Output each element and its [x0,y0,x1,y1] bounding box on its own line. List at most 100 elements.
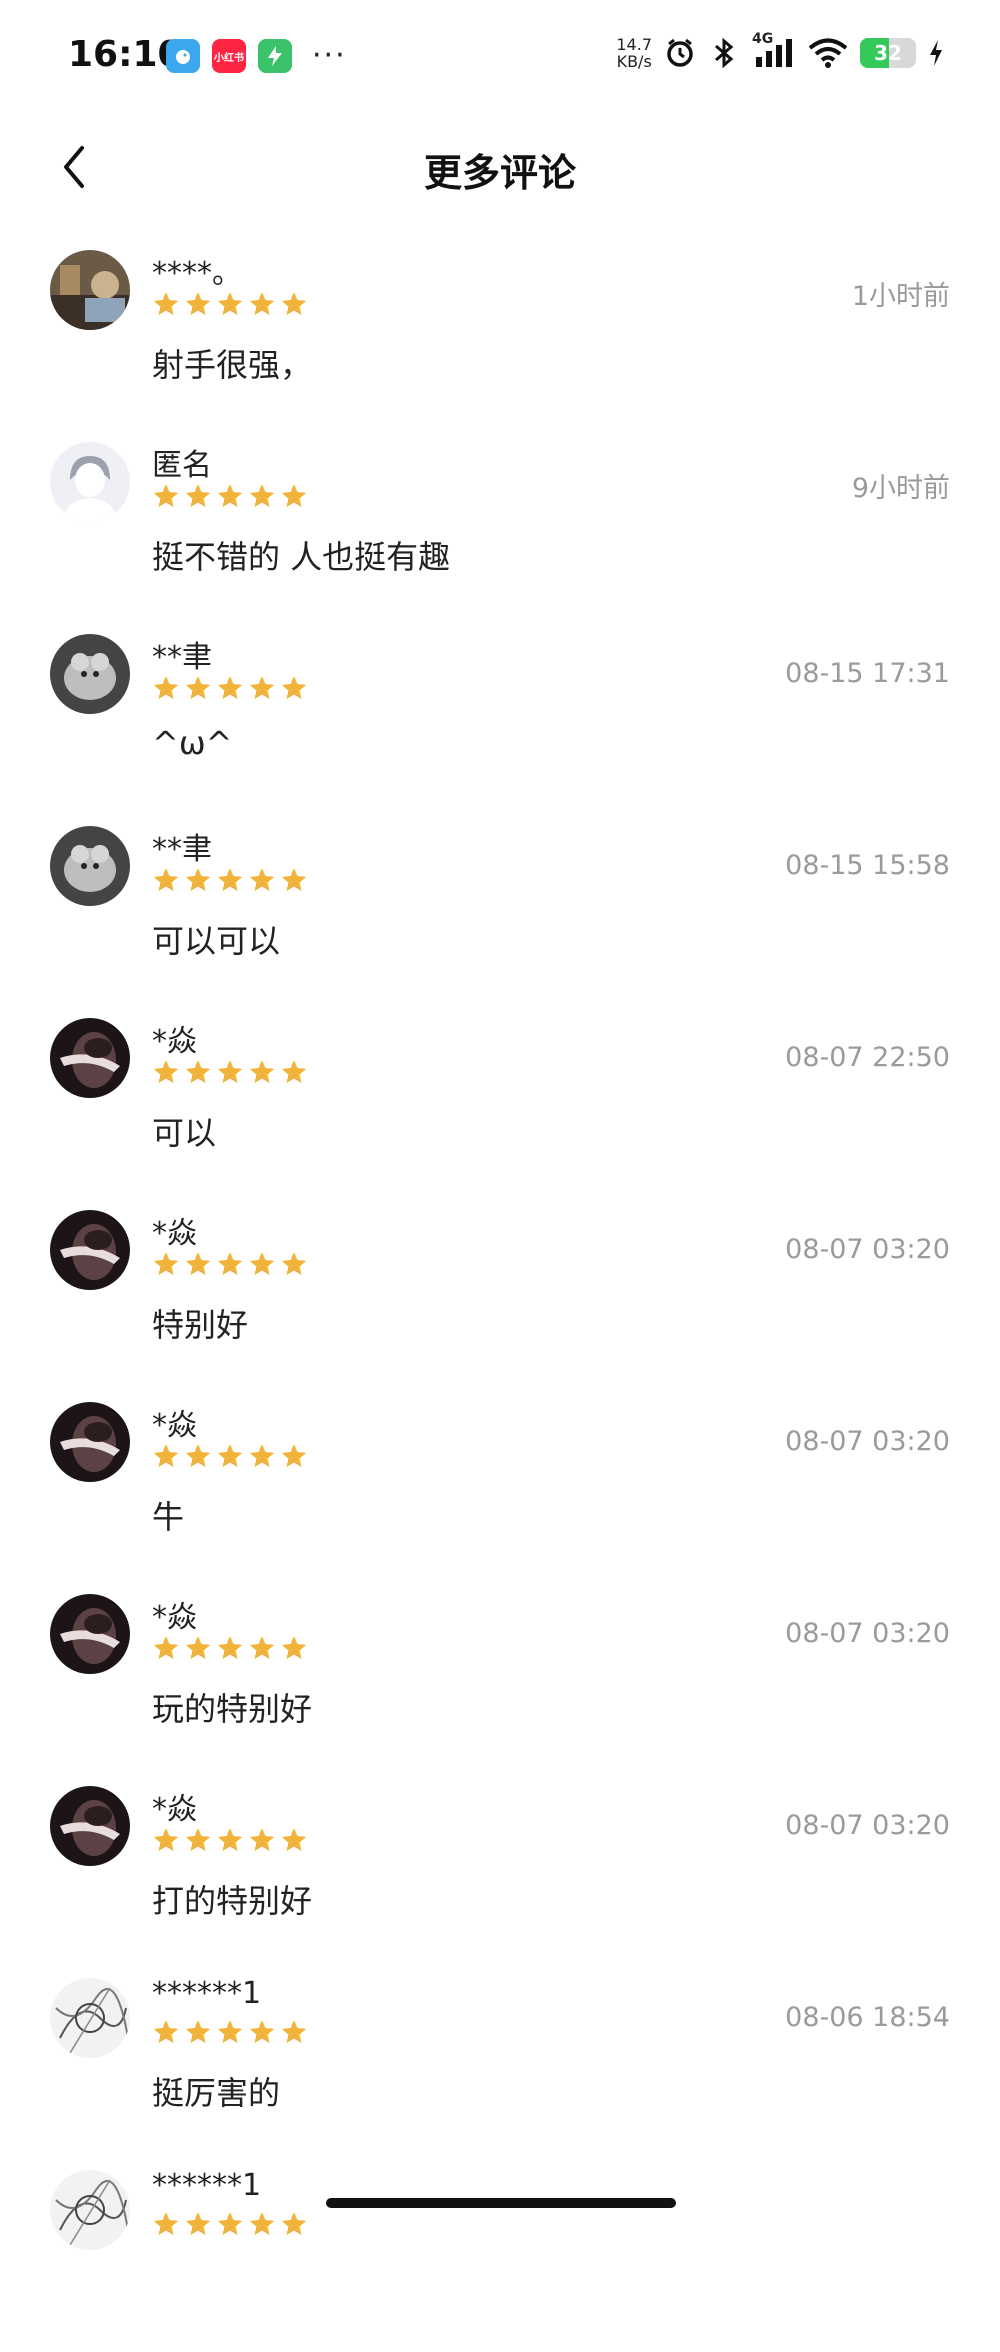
star-rating [152,482,308,514]
star-rating [152,1634,308,1666]
star-icon [152,1442,180,1474]
status-right: 14.7 KB/s 4G 32 [616,31,944,70]
star-rating [152,1442,308,1474]
star-icon [216,1442,244,1474]
star-icon [280,2018,308,2050]
star-icon [184,482,212,514]
review-time: 08-07 22:50 [785,1042,950,1073]
star-icon [216,1250,244,1282]
home-indicator[interactable] [326,2198,676,2208]
review-item[interactable]: *焱 08-07 03:20 特别好 [0,1200,1000,1392]
review-comment: ^ω^ [152,724,233,762]
review-time: 08-15 17:31 [785,658,950,689]
review-time: 08-07 03:20 [785,1234,950,1265]
avatar[interactable] [50,1786,130,1866]
star-icon [248,1634,276,1666]
review-time: 08-06 18:54 [785,2002,950,2033]
avatar[interactable] [50,1594,130,1674]
review-comment: 打的特别好 [152,1882,313,1920]
star-rating [152,1058,308,1090]
avatar[interactable] [50,442,130,522]
avatar[interactable] [50,634,130,714]
review-time: 08-07 03:20 [785,1618,950,1649]
star-icon [280,1442,308,1474]
review-time: 08-15 15:58 [785,850,950,881]
star-icon [152,866,180,898]
review-comment: 牛 [152,1498,185,1536]
signal-icon: 4G [752,31,796,69]
bluetooth-icon [708,37,740,69]
reviewer-name: **聿 [152,640,212,675]
avatar[interactable] [50,826,130,906]
review-item[interactable]: ******1 08-06 18:54 挺厉害的 [0,1968,1000,2160]
star-icon [152,1634,180,1666]
review-comment: 挺厉害的 [152,2074,281,2112]
avatar[interactable] [50,1978,130,2058]
reviewer-name: *焱 [152,1792,197,1827]
star-icon [280,866,308,898]
review-comment: 可以可以 [152,922,281,960]
status-bar: 16:10 小红书 ··· 14.7 KB/s 4G 32 [0,0,1000,110]
star-icon [248,1826,276,1858]
reviewer-name: ****。 [152,256,242,291]
star-icon [152,482,180,514]
star-icon [184,1826,212,1858]
star-icon [248,2018,276,2050]
review-item[interactable]: *焱 08-07 22:50 可以 [0,1008,1000,1200]
review-item[interactable]: *焱 08-07 03:20 打的特别好 [0,1776,1000,1968]
avatar[interactable] [50,1210,130,1290]
star-icon [280,674,308,706]
avatar[interactable] [50,1402,130,1482]
star-icon [216,1634,244,1666]
more-notifications: ··· [312,38,347,73]
avatar[interactable] [50,250,130,330]
star-icon [184,1634,212,1666]
network-type: 4G [752,31,774,47]
star-icon [184,1250,212,1282]
star-rating [152,1826,308,1858]
review-time: 08-07 03:20 [785,1426,950,1457]
star-icon [184,290,212,322]
xiaohongshu-icon: 小红书 [212,39,246,73]
star-icon [216,674,244,706]
star-icon [184,2018,212,2050]
star-rating [152,674,308,706]
review-comment: 射手很强， [152,346,313,384]
page-title: 更多评论 [423,151,576,195]
reviewer-name: ******1 [152,1976,262,2011]
wifi-icon [808,37,848,69]
review-item[interactable]: 匿名 9小时前 挺不错的 人也挺有趣 [0,432,1000,624]
reviewer-name: 匿名 [152,448,212,483]
review-item[interactable]: *焱 08-07 03:20 牛 [0,1392,1000,1584]
star-icon [280,1250,308,1282]
review-item[interactable]: ******1 [0,2160,1000,2352]
avatar[interactable] [50,1018,130,1098]
review-item[interactable]: *焱 08-07 03:20 玩的特别好 [0,1584,1000,1776]
review-item[interactable]: ****。 1小时前 射手很强， [0,240,1000,432]
reviewer-name: **聿 [152,832,212,867]
star-icon [248,1058,276,1090]
alarm-icon [664,37,696,69]
reviewer-name: *焱 [152,1024,197,1059]
star-icon [280,1826,308,1858]
review-item[interactable]: **聿 08-15 15:58 可以可以 [0,816,1000,1008]
review-item[interactable]: **聿 08-15 17:31 ^ω^ [0,624,1000,816]
xiaohongshu-label: 小红书 [214,52,244,64]
review-time: 9小时前 [851,473,950,504]
review-comment: 可以 [152,1114,217,1152]
avatar[interactable] [50,2170,130,2250]
star-icon [216,290,244,322]
battery-level: 32 [874,41,902,65]
star-icon [280,1634,308,1666]
star-icon [248,674,276,706]
star-icon [216,866,244,898]
star-icon [184,866,212,898]
net-speed: 14.7 KB/s [616,36,652,70]
header: 更多评论 [0,120,1000,220]
star-icon [216,2018,244,2050]
review-comment: 特别好 [152,1306,249,1344]
star-icon [216,2210,244,2242]
star-icon [248,482,276,514]
star-icon [248,866,276,898]
review-list[interactable]: ****。 1小时前 射手很强， 匿名 9小时前 挺不错的 人也挺有趣 **聿 08-15 1… [0,240,1000,2352]
